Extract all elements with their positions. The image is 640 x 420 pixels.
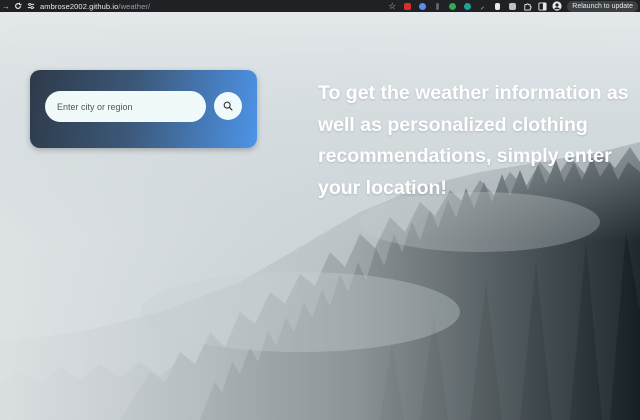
search-icon <box>223 99 233 114</box>
reload-icon[interactable] <box>12 0 24 12</box>
intro-message: To get the weather information as well a… <box>318 82 629 199</box>
notes-extension-icon[interactable] <box>506 0 518 12</box>
tool-extension-icon[interactable]: ⸝ <box>476 0 488 12</box>
blue-shield-extension-icon[interactable] <box>416 0 428 12</box>
dark-extension-icon[interactable] <box>431 0 443 12</box>
teal-extension-icon[interactable] <box>461 0 473 12</box>
url-host: ambrose2002.github.io <box>40 1 119 11</box>
address-bar[interactable]: ambrose2002.github.io/weather/ <box>40 2 150 11</box>
relaunch-button[interactable]: Relaunch to update <box>567 0 638 12</box>
profile-avatar-icon[interactable] <box>551 0 563 12</box>
search-card <box>30 70 257 148</box>
browser-toolbar: → ambrose2002.github.io/weather/ ☆ ⸝ Rel… <box>0 0 640 12</box>
url-path: /weather/ <box>118 1 151 11</box>
doc-extension-icon[interactable] <box>491 0 503 12</box>
search-button[interactable] <box>214 92 242 120</box>
puzzle-extensions-icon[interactable] <box>521 0 533 12</box>
site-settings-icon[interactable] <box>26 1 36 11</box>
red-flag-extension-icon[interactable] <box>401 0 413 12</box>
city-search-input[interactable] <box>45 91 206 122</box>
side-panel-icon[interactable] <box>536 0 548 12</box>
forward-arrow-icon[interactable]: → <box>0 0 12 12</box>
green-extension-icon[interactable] <box>446 0 458 12</box>
bookmark-star-icon[interactable]: ☆ <box>386 0 398 12</box>
weather-page: To get the weather information as well a… <box>0 12 640 420</box>
